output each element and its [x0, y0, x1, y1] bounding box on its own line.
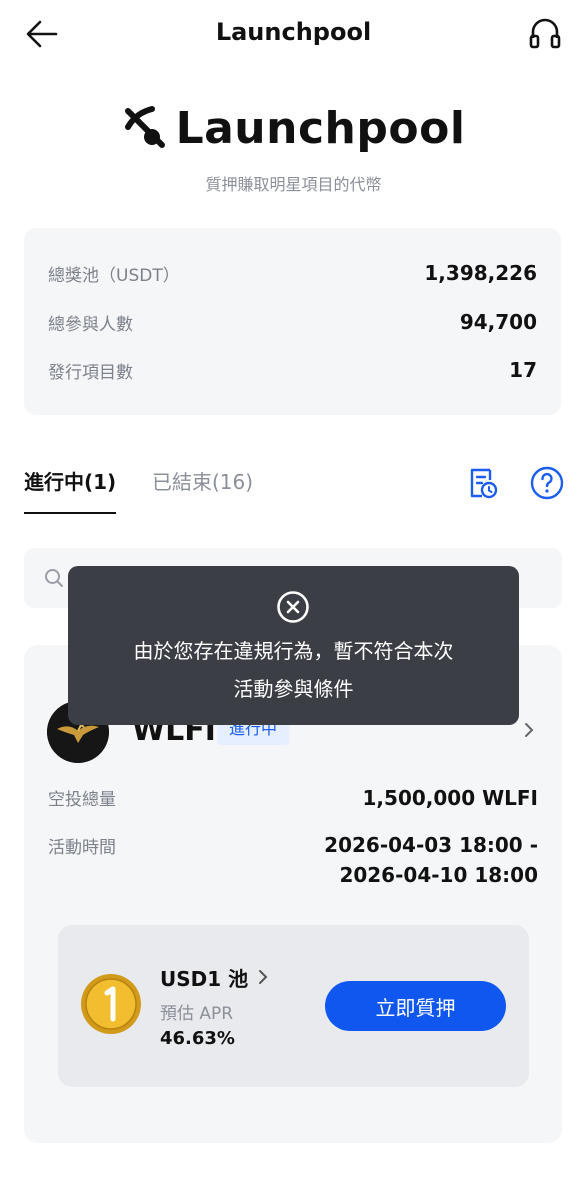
question-circle-icon[interactable] — [530, 466, 564, 500]
hero-title: Launchpool — [175, 102, 466, 154]
error-toast: 由於您存在違規行為，暫不符合本次 活動參與條件 — [68, 566, 519, 725]
stat-label: 總參與人數 — [48, 314, 133, 335]
launchpool-logo: Launchpool — [0, 100, 587, 156]
activity-time-label: 活動時間 — [48, 838, 116, 858]
airdrop-total-value: 1,500,000 WLFI — [362, 786, 538, 810]
stat-value: 1,398,226 — [424, 261, 537, 285]
close-circle-icon — [276, 590, 310, 624]
pool-name-link[interactable]: USD1 池 — [160, 963, 268, 992]
stat-row-total-pool: 總獎池（USDT） 1,398,226 — [48, 258, 537, 288]
stat-value: 17 — [509, 358, 537, 382]
project-tabs: 進行中(1) 已結束(16) — [24, 466, 564, 514]
activity-time-start: 2026-04-03 18:00 - — [324, 833, 538, 857]
tab-ongoing[interactable]: 進行中(1) — [24, 466, 117, 514]
stat-row-participants: 總參與人數 94,700 — [48, 307, 537, 337]
activity-time-end: 2026-04-10 18:00 — [339, 863, 538, 887]
stat-row-projects: 發行項目數 17 — [48, 355, 537, 385]
history-record-icon[interactable] — [468, 466, 498, 500]
usd1-coin-icon — [80, 973, 142, 1035]
chevron-right-icon — [258, 966, 268, 990]
apr-value: 46.63% — [160, 1028, 235, 1049]
toast-line-1: 由於您存在違規行為，暫不符合本次 — [133, 639, 454, 663]
top-nav-bar: Launchpool — [0, 0, 587, 66]
pool-stats-card: 總獎池（USDT） 1,398,226 總參與人數 94,700 發行項目數 1… — [24, 228, 561, 415]
search-icon — [44, 568, 64, 588]
pickaxe-icon — [122, 105, 168, 151]
usd1-pool-box: USD1 池 預估 APR 46.63% 立即質押 — [58, 925, 529, 1087]
apr-label: 預估 APR — [160, 1004, 234, 1024]
pool-name: USD1 池 — [160, 967, 249, 991]
airdrop-total-label: 空投總量 — [48, 790, 116, 810]
stake-now-button[interactable]: 立即質押 — [325, 981, 506, 1031]
stat-label: 發行項目數 — [48, 362, 133, 383]
hero-subtitle: 質押賺取明星項目的代幣 — [205, 175, 382, 194]
chevron-right-icon[interactable] — [522, 721, 536, 739]
toast-line-2: 活動參與條件 — [233, 677, 354, 701]
tab-ended[interactable]: 已結束(16) — [152, 466, 253, 514]
toast-message: 由於您存在違規行為，暫不符合本次 活動參與條件 — [88, 632, 499, 708]
headset-icon[interactable] — [525, 14, 565, 54]
stat-label: 總獎池（USDT） — [48, 265, 180, 286]
stat-value: 94,700 — [459, 310, 537, 334]
page-title: Launchpool — [215, 18, 372, 46]
